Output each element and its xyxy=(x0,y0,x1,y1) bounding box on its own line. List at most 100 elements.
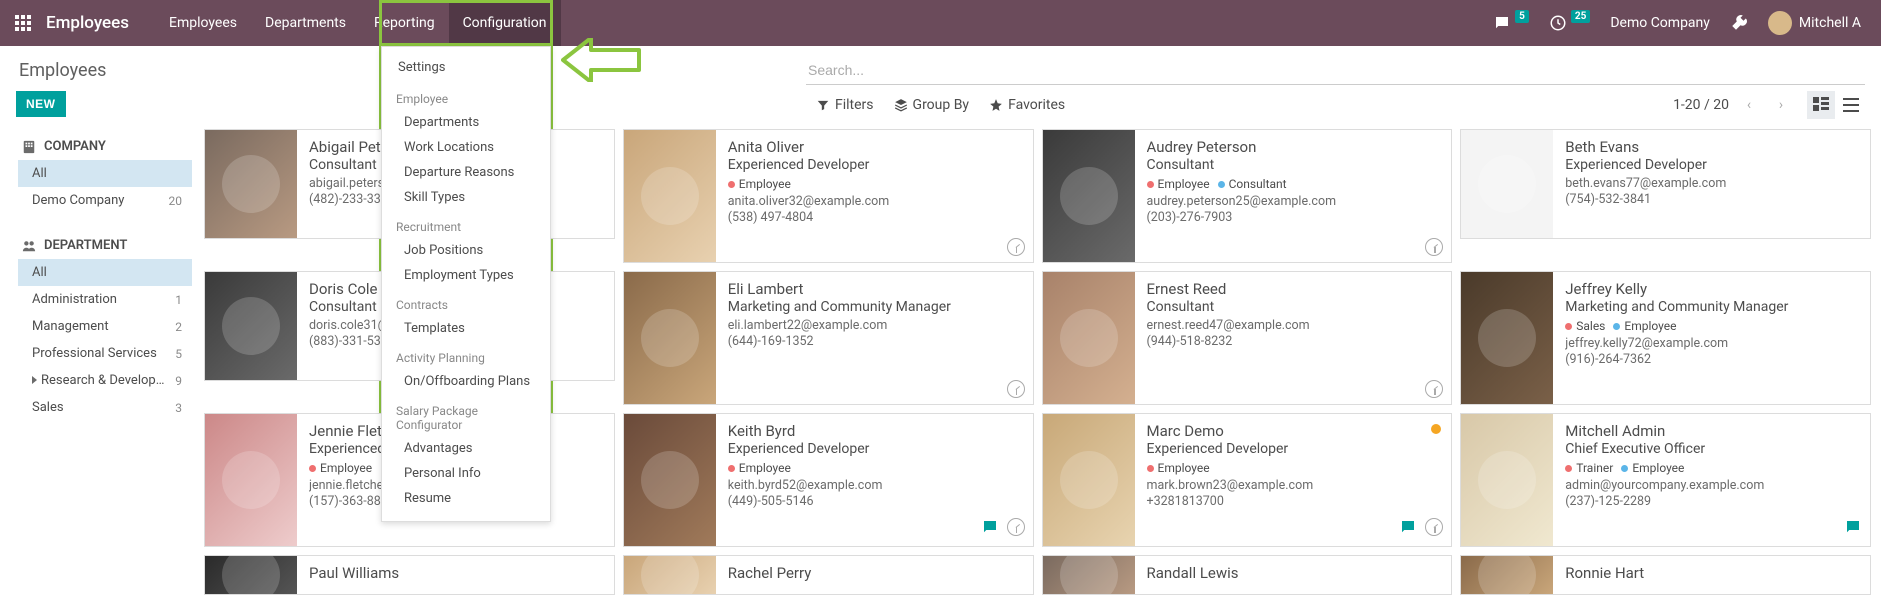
employee-job: Consultant xyxy=(1147,299,1442,315)
employee-job: Experienced Developer xyxy=(728,157,1023,173)
sidebar-dept-mgmt[interactable]: Management 2 xyxy=(18,313,192,340)
employee-photo xyxy=(624,414,716,546)
dropdown-work-locations[interactable]: Work Locations xyxy=(382,135,550,160)
dropdown-departure-reasons[interactable]: Departure Reasons xyxy=(382,160,550,185)
apps-icon[interactable] xyxy=(0,0,46,46)
sidebar-dept-header: DEPARTMENT xyxy=(18,232,192,259)
employee-card[interactable]: Rachel Perry xyxy=(623,555,1034,595)
sidebar-company-label: COMPANY xyxy=(44,139,106,154)
employee-card[interactable]: Paul Williams xyxy=(204,555,615,595)
employee-card[interactable]: Mitchell AdminChief Executive OfficerTra… xyxy=(1460,413,1871,547)
view-kanban[interactable] xyxy=(1807,91,1835,119)
sidebar-dept-admin[interactable]: Administration 1 xyxy=(18,286,192,313)
sidebar-dept-label: DEPARTMENT xyxy=(44,238,127,253)
dropdown-templates[interactable]: Templates xyxy=(382,316,550,341)
activity-clock-icon[interactable] xyxy=(1425,238,1443,256)
search-input[interactable] xyxy=(806,58,1865,82)
user-menu[interactable]: Mitchell A xyxy=(1758,0,1871,46)
dropdown-advantages[interactable]: Advantages xyxy=(382,436,550,461)
employee-card[interactable]: Ronnie Hart xyxy=(1460,555,1871,595)
dropdown-resume[interactable]: Resume xyxy=(382,486,550,511)
employee-tag: Employee xyxy=(728,177,791,191)
sidebar-dept-rnd[interactable]: Research & Develop… 9 xyxy=(18,367,192,394)
employee-name: Audrey Peterson xyxy=(1147,138,1442,156)
search-bar xyxy=(806,54,1865,85)
employee-tag: Trainer xyxy=(1565,461,1613,475)
activity-clock-icon[interactable] xyxy=(1007,238,1025,256)
dropdown-group-employee: Employee xyxy=(382,82,550,110)
activity-clock-icon[interactable] xyxy=(1425,380,1443,398)
tag-dot-icon xyxy=(1613,323,1620,330)
employee-photo xyxy=(1461,414,1553,546)
debug-button[interactable] xyxy=(1720,0,1758,46)
layers-icon xyxy=(894,98,908,112)
sidebar-item-label: All xyxy=(32,166,47,181)
employee-tag: Employee xyxy=(309,461,372,475)
configuration-dropdown: Settings Employee Departments Work Locat… xyxy=(381,46,551,522)
pager-text[interactable]: 1-20 / 20 xyxy=(1673,97,1729,113)
kanban-icon xyxy=(1813,97,1829,113)
employee-card[interactable]: Keith ByrdExperienced DeveloperEmployeek… xyxy=(623,413,1034,547)
employee-card[interactable]: Jeffrey KellyMarketing and Community Man… xyxy=(1460,271,1871,405)
pager-next[interactable]: › xyxy=(1769,93,1793,117)
dropdown-skill-types[interactable]: Skill Types xyxy=(382,185,550,210)
dropdown-onboarding[interactable]: On/Offboarding Plans xyxy=(382,369,550,394)
view-list[interactable] xyxy=(1837,91,1865,119)
favorites-button[interactable]: Favorites xyxy=(979,93,1075,117)
employee-photo xyxy=(205,556,297,594)
top-navbar: Employees Employees Departments Reportin… xyxy=(0,0,1881,46)
sidebar-dept-all[interactable]: All xyxy=(18,259,192,286)
employee-photo xyxy=(205,272,297,380)
employee-card[interactable]: Randall Lewis xyxy=(1042,555,1453,595)
sidebar-company-demo[interactable]: Demo Company 20 xyxy=(18,187,192,214)
activities-button[interactable]: 25 xyxy=(1539,0,1600,46)
sidebar-company-header: COMPANY xyxy=(18,133,192,160)
dropdown-employment-types[interactable]: Employment Types xyxy=(382,263,550,288)
dropdown-departments[interactable]: Departments xyxy=(382,110,550,135)
nav-employees[interactable]: Employees xyxy=(155,0,251,46)
employee-photo xyxy=(1461,130,1553,238)
sidebar-item-label: Professional Services xyxy=(32,346,157,361)
employee-card[interactable]: Ernest ReedConsultanternest.reed47@examp… xyxy=(1042,271,1453,405)
sidebar-dept-sales[interactable]: Sales 3 xyxy=(18,394,192,421)
employee-phone: (203)-276-7903 xyxy=(1147,210,1442,225)
filters-button[interactable]: Filters xyxy=(806,93,884,117)
employee-phone: (237)-125-2289 xyxy=(1565,494,1860,509)
nav-reporting[interactable]: Reporting xyxy=(360,0,449,46)
nav-configuration[interactable]: Configuration xyxy=(449,0,561,46)
activity-clock-icon[interactable] xyxy=(1425,518,1443,536)
employee-card[interactable]: Marc DemoExperienced DeveloperEmployeema… xyxy=(1042,413,1453,547)
tag-dot-icon xyxy=(1565,323,1572,330)
message-icon[interactable] xyxy=(1844,518,1862,540)
employee-email: admin@yourcompany.example.com xyxy=(1565,478,1860,493)
dropdown-personal-info[interactable]: Personal Info xyxy=(382,461,550,486)
new-button[interactable]: NEW xyxy=(16,91,66,117)
pager: 1-20 / 20 ‹ › xyxy=(1673,93,1797,117)
employee-phone: (754)-532-3841 xyxy=(1565,192,1860,207)
activity-clock-icon[interactable] xyxy=(1007,380,1025,398)
user-avatar xyxy=(1768,11,1792,35)
pager-prev[interactable]: ‹ xyxy=(1737,93,1761,117)
dropdown-job-positions[interactable]: Job Positions xyxy=(382,238,550,263)
sidebar-company-all[interactable]: All xyxy=(18,160,192,187)
tag-dot-icon xyxy=(1147,465,1154,472)
employee-photo xyxy=(1043,556,1135,594)
sidebar-item-label: Research & Develop… xyxy=(32,373,164,388)
app-name[interactable]: Employees xyxy=(46,13,155,33)
message-icon[interactable] xyxy=(981,518,999,540)
dropdown-settings[interactable]: Settings xyxy=(382,53,550,82)
sidebar-dept-prof[interactable]: Professional Services 5 xyxy=(18,340,192,367)
employee-card[interactable]: Beth EvansExperienced Developerbeth.evan… xyxy=(1460,129,1871,239)
message-icon[interactable] xyxy=(1399,518,1417,540)
employee-name: Ronnie Hart xyxy=(1565,564,1860,582)
nav-departments[interactable]: Departments xyxy=(251,0,360,46)
activity-clock-icon[interactable] xyxy=(1007,518,1025,536)
groupby-button[interactable]: Group By xyxy=(884,93,980,117)
company-switcher[interactable]: Demo Company xyxy=(1600,0,1720,46)
employee-name: Keith Byrd xyxy=(728,422,1023,440)
employee-card[interactable]: Anita OliverExperienced DeveloperEmploye… xyxy=(623,129,1034,263)
messaging-button[interactable]: 5 xyxy=(1483,0,1539,46)
employee-card[interactable]: Eli LambertMarketing and Community Manag… xyxy=(623,271,1034,405)
employee-photo xyxy=(624,556,716,594)
employee-card[interactable]: Audrey PetersonConsultantEmployeeConsult… xyxy=(1042,129,1453,263)
